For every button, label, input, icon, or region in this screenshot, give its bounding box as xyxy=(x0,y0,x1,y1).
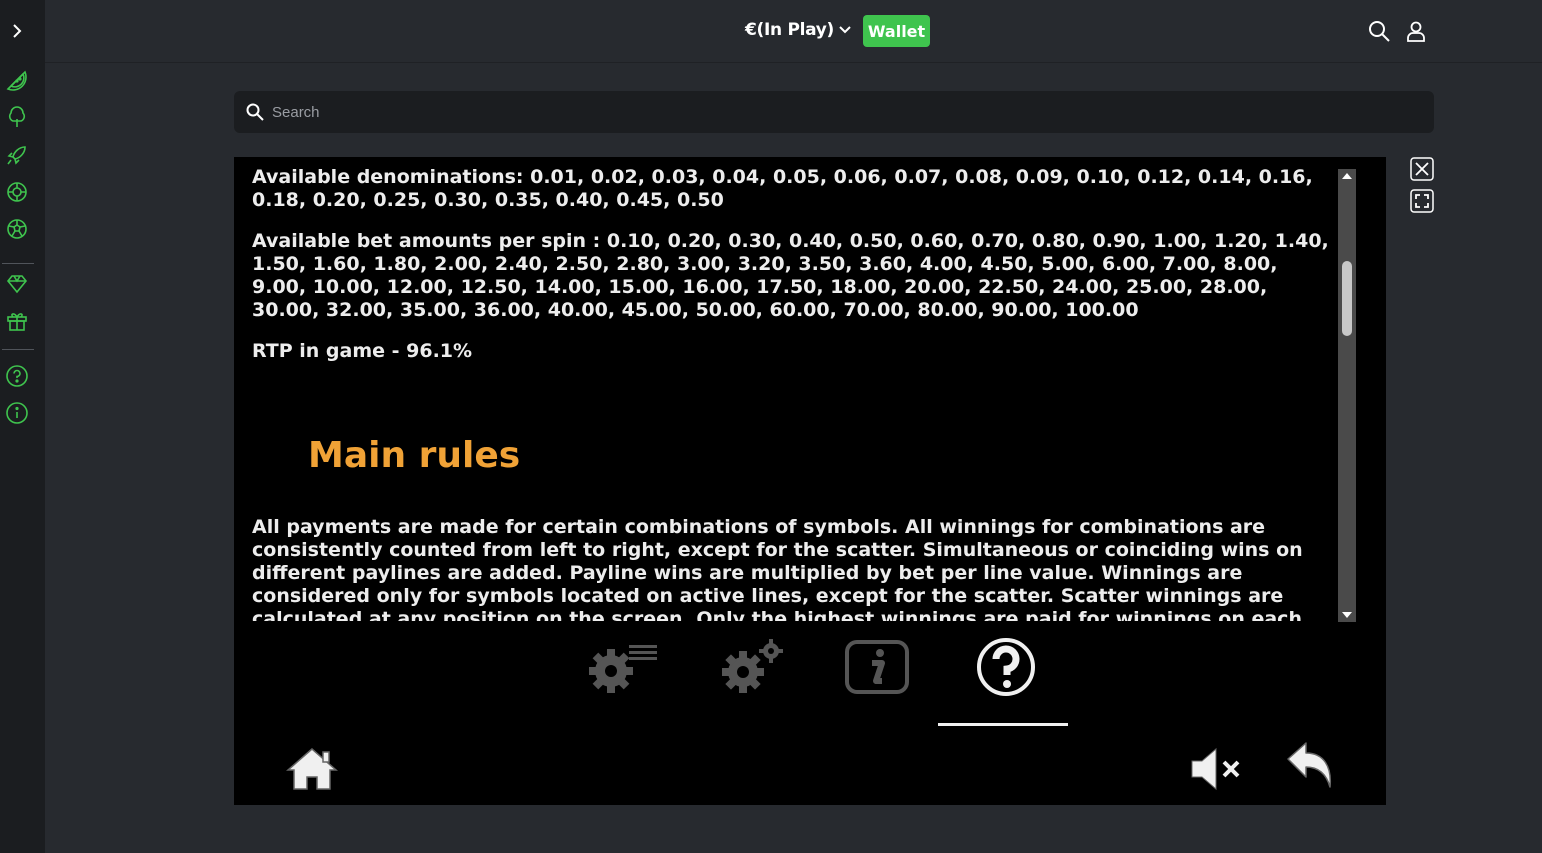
diamond-icon[interactable] xyxy=(4,271,30,297)
chevron-right-icon[interactable] xyxy=(4,18,30,44)
search-icon xyxy=(246,103,264,121)
tab-info[interactable] xyxy=(832,637,922,697)
scroll-up-icon[interactable] xyxy=(1338,169,1356,183)
sidebar-divider xyxy=(2,263,34,264)
scrollbar-thumb[interactable] xyxy=(1342,261,1352,336)
watermelon-icon[interactable] xyxy=(4,68,30,94)
mute-button[interactable] xyxy=(1186,739,1246,799)
search-bar xyxy=(234,91,1434,133)
roulette-icon[interactable] xyxy=(4,179,30,205)
settings-list-icon xyxy=(589,645,657,693)
balance-label[interactable]: €(In Play) xyxy=(745,20,834,40)
close-icon[interactable] xyxy=(1410,157,1434,181)
top-bar: €(In Play) Wallet xyxy=(45,0,1542,63)
user-icon[interactable] xyxy=(1404,19,1428,43)
wallet-button[interactable]: Wallet xyxy=(863,15,930,47)
scrollbar[interactable] xyxy=(1338,169,1356,622)
game-settings-icon xyxy=(722,639,783,693)
back-button[interactable] xyxy=(1279,739,1339,799)
fullscreen-icon[interactable] xyxy=(1410,189,1434,213)
help-icon xyxy=(977,638,1035,696)
sidebar-divider xyxy=(2,349,34,350)
gift-icon[interactable] xyxy=(4,308,30,334)
rocket-icon[interactable] xyxy=(4,142,30,168)
tab-settings-list[interactable] xyxy=(574,637,664,697)
tab-help[interactable] xyxy=(961,637,1051,697)
info-icon xyxy=(845,640,909,694)
sound-muted-icon xyxy=(1191,747,1240,791)
tree-icon[interactable] xyxy=(4,105,30,131)
undo-arrow-icon xyxy=(1287,742,1332,788)
scroll-down-icon[interactable] xyxy=(1338,608,1356,622)
denominations-text: Available denominations: 0.01, 0.02, 0.0… xyxy=(252,166,1313,211)
main-rules-heading: Main rules xyxy=(308,435,521,476)
info-icon[interactable] xyxy=(4,400,30,426)
help-icon[interactable] xyxy=(4,363,30,389)
search-input[interactable] xyxy=(272,91,1422,133)
rtp-text: RTP in game - 96.1% xyxy=(252,340,473,362)
rules-content: Available denominations: 0.01, 0.02, 0.0… xyxy=(252,166,1332,621)
home-button[interactable] xyxy=(282,739,342,799)
sidebar xyxy=(0,0,45,853)
search-icon[interactable] xyxy=(1367,19,1391,43)
home-icon xyxy=(286,748,338,790)
game-frame: Available denominations: 0.01, 0.02, 0.0… xyxy=(234,157,1386,805)
tab-game-settings[interactable] xyxy=(704,637,794,697)
football-icon[interactable] xyxy=(4,216,30,242)
bet-amounts-text: Available bet amounts per spin : 0.10, 0… xyxy=(252,230,1329,321)
active-tab-underline xyxy=(938,723,1068,726)
chevron-down-icon[interactable] xyxy=(838,23,852,37)
main-rules-text: All payments are made for certain combin… xyxy=(252,516,1303,621)
